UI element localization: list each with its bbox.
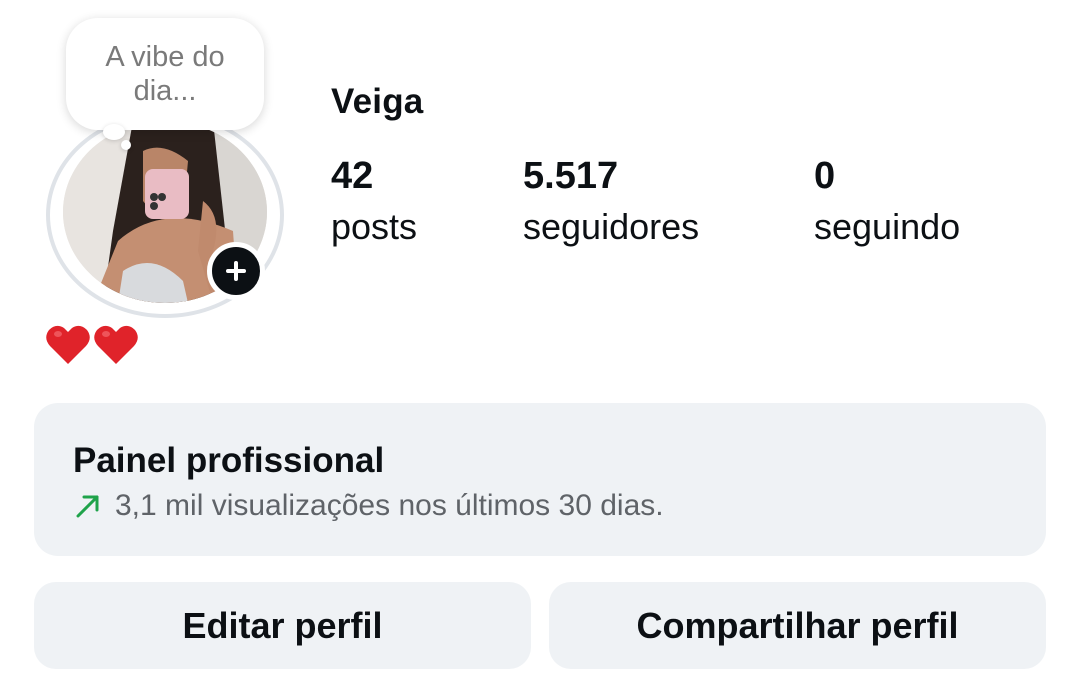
profile-header: A vibe do dia... Veiga 42 posts 5.517 se…: [0, 0, 1080, 683]
plus-icon: [226, 261, 246, 281]
note-bubble-tail-dot: [121, 140, 131, 150]
followers-count: 5.517: [523, 155, 619, 197]
bio-emojis: [45, 322, 139, 366]
note-bubble-tail: [103, 124, 125, 140]
note-bubble[interactable]: A vibe do dia...: [66, 18, 264, 130]
trend-up-arrow-icon: [76, 495, 99, 518]
following-count: 0: [814, 155, 836, 197]
views-summary: 3,1 mil visualizações nos últimos 30 dia…: [115, 489, 664, 522]
edit-profile-button[interactable]: Editar perfil: [34, 582, 531, 669]
add-story-button[interactable]: [207, 242, 265, 300]
followers-label: seguidores: [523, 206, 700, 247]
professional-dashboard-subtitle: 3,1 mil visualizações nos últimos 30 dia…: [73, 489, 664, 523]
heart-icon: [94, 325, 138, 364]
share-profile-button[interactable]: Compartilhar perfil: [549, 582, 1046, 669]
following-label: seguindo: [814, 206, 961, 247]
stat-following[interactable]: 0 seguindo: [814, 150, 960, 252]
username: Veiga: [331, 82, 424, 121]
note-text: A vibe do dia...: [105, 41, 225, 107]
stat-followers[interactable]: 5.517 seguidores: [523, 150, 699, 252]
posts-label: posts: [331, 206, 418, 247]
professional-dashboard-card[interactable]: Painel profissional 3,1 mil visualizaçõe…: [34, 403, 1046, 556]
heart-icon: [46, 325, 90, 364]
stat-posts[interactable]: 42 posts: [331, 150, 417, 252]
posts-count: 42: [331, 155, 374, 197]
professional-dashboard-title: Painel profissional: [73, 441, 385, 480]
